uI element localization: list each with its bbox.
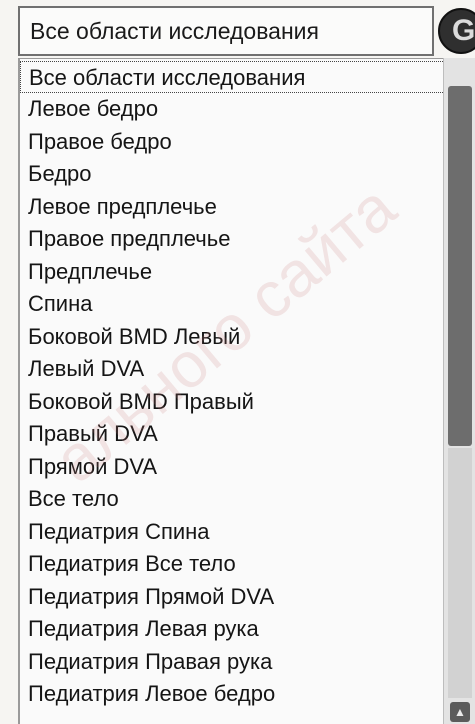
scrollbar-thumb[interactable] bbox=[448, 86, 472, 446]
list-item[interactable]: Педиатрия Прямой DVA bbox=[20, 581, 443, 613]
list-item[interactable]: Левый DVA bbox=[20, 353, 443, 385]
list-item[interactable]: Правое предплечье bbox=[20, 223, 443, 255]
list-item[interactable]: Все области исследования bbox=[20, 61, 443, 93]
list-item[interactable]: Педиатрия Левое бедро bbox=[20, 678, 443, 710]
dropdown-window: Все области исследования G Все области и… bbox=[0, 0, 475, 724]
study-area-select[interactable]: Все области исследования bbox=[18, 6, 434, 56]
list-item[interactable]: Педиатрия Левая рука bbox=[20, 613, 443, 645]
scrollbar-track[interactable] bbox=[448, 448, 472, 698]
list-item[interactable]: Предплечье bbox=[20, 256, 443, 288]
select-value: Все области исследования bbox=[30, 18, 319, 44]
list-item[interactable]: Все тело bbox=[20, 483, 443, 515]
list-item[interactable]: Правый DVA bbox=[20, 418, 443, 450]
list-item[interactable]: Педиатрия Правая рука bbox=[20, 646, 443, 678]
list-item[interactable]: Спина bbox=[20, 288, 443, 320]
study-area-list[interactable]: Все области исследования Левое бедро Пра… bbox=[18, 58, 443, 724]
scroll-up-icon[interactable]: ▲ bbox=[450, 702, 470, 722]
list-item[interactable]: Педиатрия Спина bbox=[20, 516, 443, 548]
list-scrollbar[interactable]: ▲ bbox=[443, 58, 475, 724]
list-item[interactable]: Боковой BMD Левый bbox=[20, 321, 443, 353]
list-item[interactable]: Бедро bbox=[20, 158, 443, 190]
logo-glyph: G bbox=[452, 14, 475, 47]
list-item[interactable]: Левое предплечье bbox=[20, 191, 443, 223]
list-item[interactable]: Прямой DVA bbox=[20, 451, 443, 483]
app-logo-icon[interactable]: G bbox=[438, 8, 475, 54]
list-item[interactable]: Педиатрия Все тело bbox=[20, 548, 443, 580]
list-item[interactable]: Правое бедро bbox=[20, 126, 443, 158]
list-item[interactable]: Боковой BMD Правый bbox=[20, 386, 443, 418]
list-item[interactable]: Левое бедро bbox=[20, 93, 443, 125]
